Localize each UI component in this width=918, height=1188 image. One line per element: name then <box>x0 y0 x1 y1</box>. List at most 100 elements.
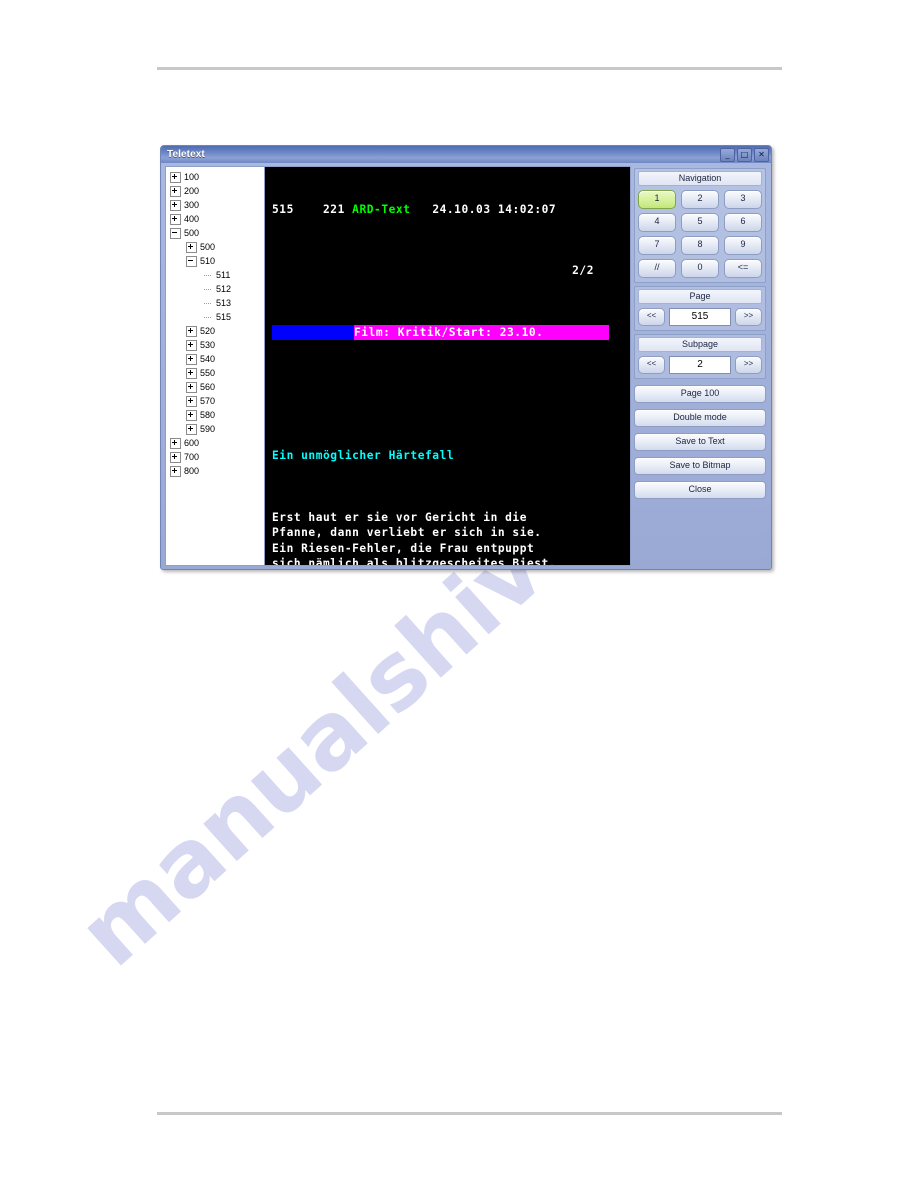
tree-node-label: 513 <box>216 298 232 308</box>
keypad-button-[interactable]: // <box>638 259 676 278</box>
tree-expand-icon[interactable] <box>186 353 197 365</box>
tree-node-label: 550 <box>200 368 216 378</box>
action-button-save-to-text[interactable]: Save to Text <box>634 433 766 451</box>
tree-node-520[interactable]: 520 <box>168 324 262 338</box>
tt-headline-text: Ein unmöglicher Härtefall <box>272 449 455 463</box>
keypad-button-[interactable]: <= <box>724 259 762 278</box>
page-tree[interactable]: 100 200 300 400 500 500 510 511 512 513 515 520 530 5… <box>165 166 265 566</box>
teletext-body-line: Erst haut er sie vor Gericht in die <box>272 510 527 524</box>
action-button-close[interactable]: Close <box>634 481 766 499</box>
close-icon[interactable]: ✕ <box>754 147 769 162</box>
tree-leaf-connector-icon[interactable] <box>204 313 213 322</box>
tree-expand-icon[interactable] <box>170 465 181 477</box>
page-group: Page << 515 >> <box>634 286 766 331</box>
tree-node-800[interactable]: 800 <box>168 464 262 478</box>
subpage-next-button[interactable]: >> <box>735 356 762 374</box>
tree-expand-icon[interactable] <box>170 451 181 463</box>
tree-expand-icon[interactable] <box>170 199 181 211</box>
keypad-button-6[interactable]: 6 <box>724 213 762 232</box>
tree-node-515[interactable]: 515 <box>168 310 262 324</box>
tree-node-500[interactable]: 500 <box>168 226 262 240</box>
tree-node-label: 510 <box>200 256 216 266</box>
tree-node-label: 530 <box>200 340 216 350</box>
window-titlebar[interactable]: Teletext _ □ ✕ <box>161 146 771 163</box>
tree-node-600[interactable]: 600 <box>168 436 262 450</box>
tree-expand-icon[interactable] <box>170 437 181 449</box>
tree-node-513[interactable]: 513 <box>168 296 262 310</box>
navigation-group: Navigation 1 2 3 4 5 6 7 8 9 // 0 <= <box>634 168 766 283</box>
minimize-glyph: _ <box>725 149 730 159</box>
tree-node-200[interactable]: 200 <box>168 184 262 198</box>
tree-node-512[interactable]: 512 <box>168 282 262 296</box>
teletext-header-row: 515 221 ARD-Text 24.10.03 14:02:07 <box>265 202 630 217</box>
tree-node-590[interactable]: 590 <box>168 422 262 436</box>
keypad-button-0[interactable]: 0 <box>681 259 719 278</box>
minimize-icon[interactable]: _ <box>720 147 735 162</box>
tree-leaf-connector-icon[interactable] <box>204 271 213 280</box>
tree-node-label: 300 <box>184 200 200 210</box>
tt-gap3 <box>410 203 432 216</box>
keypad-button-7[interactable]: 7 <box>638 236 676 255</box>
keypad-button-8[interactable]: 8 <box>681 236 719 255</box>
keypad-button-5[interactable]: 5 <box>681 213 719 232</box>
tree-collapse-icon[interactable] <box>186 255 197 267</box>
tree-expand-icon[interactable] <box>186 241 197 253</box>
page-input[interactable]: 515 <box>669 308 731 326</box>
tree-node-300[interactable]: 300 <box>168 198 262 212</box>
tree-expand-icon[interactable] <box>186 409 197 421</box>
tree-expand-icon[interactable] <box>186 381 197 393</box>
maximize-icon[interactable]: □ <box>737 147 752 162</box>
tree-node-label: 500 <box>200 242 216 252</box>
control-panel: Navigation 1 2 3 4 5 6 7 8 9//0 <= Page << 515 >>… <box>631 166 769 566</box>
maximize-glyph: □ <box>740 149 749 159</box>
keypad-button-4[interactable]: 4 <box>638 213 676 232</box>
teletext-title-bar: Film: Kritik/Start: 23.10. <box>265 325 630 341</box>
window-title: Teletext <box>167 149 205 160</box>
tree-node-550[interactable]: 550 <box>168 366 262 380</box>
tree-expand-icon[interactable] <box>170 213 181 225</box>
page-prev-button[interactable]: << <box>638 308 665 326</box>
tree-node-100[interactable]: 100 <box>168 170 262 184</box>
action-button-page-100[interactable]: Page 100 <box>634 385 766 403</box>
keypad-button-9[interactable]: 9 <box>724 236 762 255</box>
tt-gap4 <box>491 203 498 216</box>
tree-expand-icon[interactable] <box>186 367 197 379</box>
subpage-input[interactable]: 2 <box>669 356 731 374</box>
tree-node-580[interactable]: 580 <box>168 408 262 422</box>
tree-node-570[interactable]: 570 <box>168 394 262 408</box>
tree-node-700[interactable]: 700 <box>168 450 262 464</box>
teletext-headline: Ein unmöglicher Härtefall <box>265 448 630 463</box>
tree-expand-icon[interactable] <box>170 171 181 183</box>
tree-node-511[interactable]: 511 <box>168 268 262 282</box>
keypad-button-2[interactable]: 2 <box>681 190 719 209</box>
teletext-body-line: sich nämlich als blitzgescheites Biest. <box>272 557 557 566</box>
tree-leaf-connector-icon[interactable] <box>204 299 213 308</box>
tree-expand-icon[interactable] <box>186 325 197 337</box>
tree-node-540[interactable]: 540 <box>168 352 262 366</box>
tree-node-label: 600 <box>184 438 200 448</box>
tree-node-530[interactable]: 530 <box>168 338 262 352</box>
action-button-save-to-bitmap[interactable]: Save to Bitmap <box>634 457 766 475</box>
tree-node-510[interactable]: 510 <box>168 254 262 268</box>
tree-node-label: 590 <box>200 424 216 434</box>
action-button-double-mode[interactable]: Double mode <box>634 409 766 427</box>
tree-leaf-connector-icon[interactable] <box>204 285 213 294</box>
subpage-nav-row: << 2 >> <box>638 356 762 374</box>
tree-expand-icon[interactable] <box>186 395 197 407</box>
tt-channel-name: ARD-Text <box>352 202 411 216</box>
tree-node-label: 520 <box>200 326 216 336</box>
tree-expand-icon[interactable] <box>170 185 181 197</box>
tree-node-560[interactable]: 560 <box>168 380 262 394</box>
tree-expand-icon[interactable] <box>186 339 197 351</box>
navigation-keypad[interactable]: 1 2 3 4 5 6 7 8 9 // 0 <= <box>638 190 762 278</box>
teletext-blank-1 <box>265 387 630 402</box>
tree-expand-icon[interactable] <box>186 423 197 435</box>
subpage-prev-button[interactable]: << <box>638 356 665 374</box>
tree-collapse-icon[interactable] <box>170 227 181 239</box>
page-next-button[interactable]: >> <box>735 308 762 326</box>
keypad-button-3[interactable]: 3 <box>724 190 762 209</box>
keypad-button-1[interactable]: 1 <box>638 190 676 209</box>
tree-node-400[interactable]: 400 <box>168 212 262 226</box>
tt-date: 24.10.03 <box>432 202 491 216</box>
tree-node-500[interactable]: 500 <box>168 240 262 254</box>
